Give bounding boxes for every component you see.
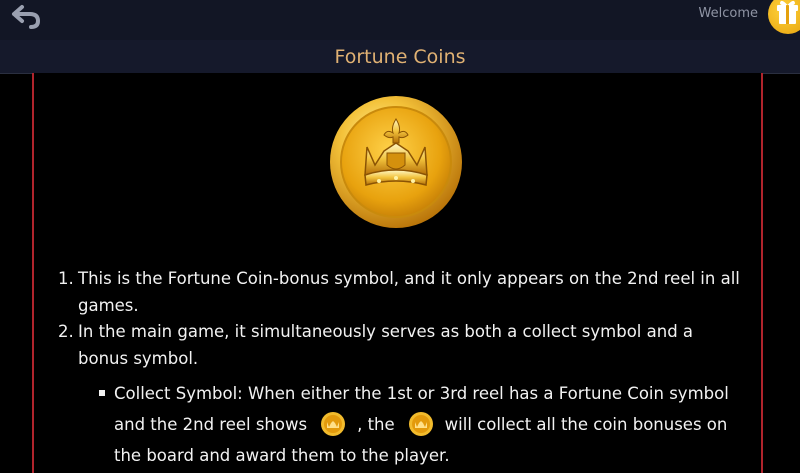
- rule-text: In the main game, it simultaneously serv…: [78, 322, 694, 368]
- rule-item-2: 2. In the main game, it simultaneously s…: [58, 319, 748, 372]
- back-arrow-icon: [12, 5, 41, 29]
- rule-number: 2.: [58, 322, 74, 341]
- rule-number: 1.: [58, 269, 74, 288]
- rule-item-1: 1. This is the Fortune Coin-bonus symbol…: [58, 266, 748, 319]
- bullet-icon: [99, 390, 105, 396]
- bullet-text-part2: , the: [357, 415, 395, 434]
- title-bar: Fortune Coins: [0, 40, 800, 74]
- back-button[interactable]: [4, 2, 44, 32]
- fortune-coin-icon: [408, 411, 433, 436]
- fortune-coin-crown-icon: [329, 95, 463, 229]
- gift-icon: [777, 0, 798, 24]
- page-title: Fortune Coins: [334, 46, 466, 68]
- collect-symbol-bullet: Collect Symbol: When either the 1st or 3…: [58, 378, 748, 471]
- gift-button[interactable]: [768, 0, 800, 34]
- top-bar: Welcome: [0, 0, 800, 40]
- rules-list: 1. This is the Fortune Coin-bonus symbol…: [58, 266, 748, 471]
- fortune-coin-icon: [321, 411, 346, 436]
- rule-text: This is the Fortune Coin-bonus symbol, a…: [78, 269, 740, 315]
- welcome-label: Welcome: [698, 6, 758, 21]
